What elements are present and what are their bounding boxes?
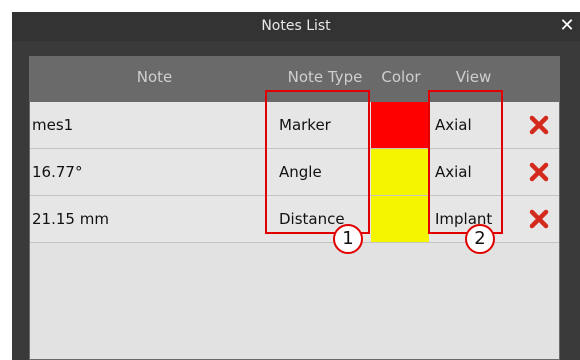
column-header-color[interactable]: Color [371, 57, 431, 102]
table-header: Note Note Type Color View [30, 57, 559, 102]
delete-row-button[interactable] [519, 149, 559, 195]
note-cell: mes1 [32, 116, 74, 134]
notes-list-dialog: Notes List ✕ Note Note Type Color View m… [12, 12, 580, 360]
color-swatch[interactable] [371, 102, 429, 148]
column-header-note-type[interactable]: Note Type [279, 57, 371, 102]
view-cell: Axial [435, 116, 472, 134]
close-icon[interactable]: ✕ [554, 12, 580, 41]
view-cell: Axial [435, 163, 472, 181]
note-cell: 16.77° [32, 163, 83, 181]
callout-badge-1: 1 [333, 224, 363, 254]
column-header-view[interactable]: View [431, 57, 516, 102]
table-row[interactable]: mes1 Marker Axial [30, 102, 559, 149]
table-row[interactable]: 16.77° Angle Axial [30, 149, 559, 196]
window-title: Notes List [261, 18, 331, 34]
delete-row-button[interactable] [519, 102, 559, 148]
column-header-note[interactable]: Note [30, 57, 279, 102]
delete-x-icon [529, 162, 549, 182]
color-swatch[interactable] [371, 196, 429, 242]
note-type-cell: Angle [279, 163, 322, 181]
note-cell: 21.15 mm [32, 210, 109, 228]
delete-row-button[interactable] [519, 196, 559, 242]
color-swatch[interactable] [371, 149, 429, 195]
callout-badge-2: 2 [465, 224, 495, 254]
notes-table: Note Note Type Color View mes1 Marker Ax… [29, 56, 560, 360]
note-type-cell: Marker [279, 116, 331, 134]
delete-x-icon [529, 209, 549, 229]
title-bar: Notes List [12, 12, 580, 41]
delete-x-icon [529, 115, 549, 135]
